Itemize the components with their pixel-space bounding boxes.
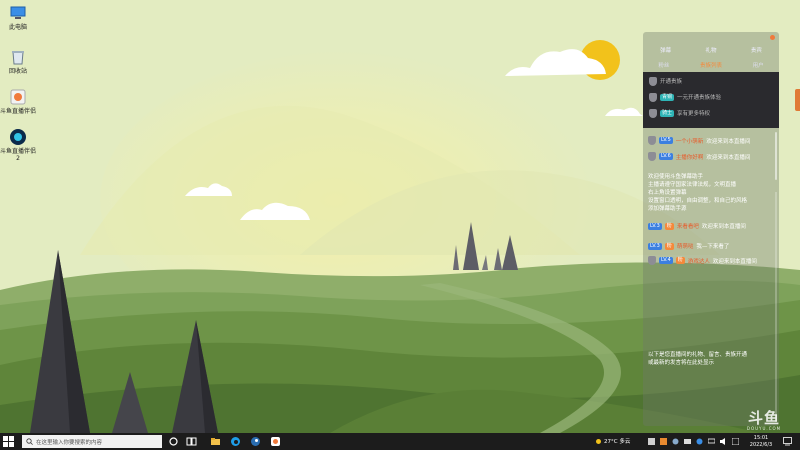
app-launcher-icon xyxy=(10,129,26,145)
shield-icon xyxy=(649,76,657,86)
recycle-bin-icon xyxy=(12,51,24,65)
search-placeholder: 在这里输入你要搜索的内容 xyxy=(36,439,103,446)
noble-badge: 青铜 xyxy=(660,93,675,101)
shield-icon xyxy=(648,152,656,161)
system-line: 添加弹幕助手源 xyxy=(648,206,687,212)
icon-label: 此电脑 xyxy=(8,24,27,31)
tray-app-icon[interactable] xyxy=(696,438,703,445)
message-text: 欢迎来到本直播间 xyxy=(706,154,751,161)
side-tab[interactable] xyxy=(795,89,800,111)
footer-line: 或最新的发言将在此处显示 xyxy=(648,360,715,366)
footer-line: 以下是您直播间的礼物、留言、贵族开通 xyxy=(648,352,748,358)
windows-start-icon[interactable] xyxy=(3,436,14,447)
cortana-icon[interactable] xyxy=(168,436,179,447)
message-text: 我—下来看了 xyxy=(696,244,730,250)
streaming-tool-icon xyxy=(10,89,26,105)
user-name: 主播你好啊 xyxy=(675,154,704,161)
noble-panel: 开通贵族 青铜 一元开通贵族体验 骑士 享有更多特权 xyxy=(643,72,779,128)
app-launcher-shortcut[interactable]: 斗鱼直播伴侣2 xyxy=(0,128,36,162)
tray-app-icon[interactable] xyxy=(672,438,679,445)
fan-badge: 粉 xyxy=(664,242,674,250)
message-text: 欢迎来到本直播间 xyxy=(701,224,746,230)
douyu-watermark: 斗鱼 DOUYU.COM xyxy=(740,409,788,432)
noble-row[interactable]: 青铜 一元开通贵族体验 xyxy=(649,92,721,102)
volume-icon[interactable] xyxy=(720,438,727,445)
message-text: 欢迎来到本直播间 xyxy=(706,138,751,145)
noble-row[interactable]: 开通贵族 xyxy=(649,76,682,86)
chat-tabs: 弹幕 礼物 贵宾 xyxy=(643,46,779,56)
edge-icon[interactable] xyxy=(230,436,241,447)
weather-widget[interactable]: 27°C 多云 xyxy=(595,437,630,445)
user-name: 一个小萌新 xyxy=(675,138,704,145)
shield-icon xyxy=(649,108,657,118)
fan-badge: 粉 xyxy=(664,222,674,230)
icon-label: 斗鱼直播伴侣 xyxy=(0,108,37,115)
chat-overlay: 弹幕 礼物 贵宾 粉丝 贵族列表 用户 开通贵族 青铜 一元开通贵族体验 骑士 … xyxy=(643,32,779,426)
noble-row[interactable]: 骑士 享有更多特权 xyxy=(649,108,710,118)
scrollbar-track xyxy=(775,192,777,422)
icon-label: 回收站 xyxy=(8,68,27,75)
tray-app-icon[interactable] xyxy=(684,438,691,445)
user-name: 来看看吧 xyxy=(676,224,699,230)
shield-icon xyxy=(648,256,656,265)
user-name: 萌萌哒 xyxy=(676,244,694,250)
level-badge: LV.3 xyxy=(648,222,662,230)
system-line: 设置窗口透明，自由调整，和自己的风格 xyxy=(648,198,748,204)
tab-vip[interactable]: 贵宾 xyxy=(751,46,762,56)
icon-label: 斗鱼直播伴侣2 xyxy=(0,148,37,162)
task-view-icon[interactable] xyxy=(186,436,197,447)
user-name: 游戏达人 xyxy=(687,258,710,265)
weather-text: 27°C 多云 xyxy=(604,439,631,445)
chat-message[interactable]: LV.6 主播你好啊 欢迎来到本直播间 xyxy=(648,152,750,161)
level-badge: LV.5 xyxy=(659,137,673,144)
streaming-tool-shortcut[interactable]: 斗鱼直播伴侣 xyxy=(0,88,36,115)
notification-icon[interactable] xyxy=(783,437,792,446)
system-line: 主播请遵守国家法律法规，文明直播 xyxy=(648,182,737,188)
desktop: 此电脑 回收站 斗鱼直播伴侣 斗鱼直播伴侣2 弹幕 礼物 贵宾 粉丝 贵族列表 … xyxy=(0,0,800,433)
ime-icon[interactable] xyxy=(732,438,739,445)
clock-date: 2022/6/3 xyxy=(749,441,773,448)
taskbar: 在这里输入你要搜索的内容 27°C 多云 15:01 2022/6/3 xyxy=(0,433,800,450)
shield-icon xyxy=(649,92,657,102)
network-icon[interactable] xyxy=(708,438,715,445)
system-clock[interactable]: 15:01 2022/6/3 xyxy=(746,435,776,448)
taskbar-search[interactable]: 在这里输入你要搜索的内容 xyxy=(22,435,162,448)
noble-text: 开通贵族 xyxy=(660,79,683,85)
watermark-logo: 斗鱼 xyxy=(747,409,780,427)
subtab-users[interactable]: 用户 xyxy=(753,61,764,69)
recycle-bin-shortcut[interactable]: 回收站 xyxy=(0,48,36,75)
system-line: 右上角设置弹幕 xyxy=(648,190,687,196)
chat-message[interactable]: LV.4 粉 游戏达人 欢迎来到本直播间 xyxy=(648,256,757,265)
system-line: 欢迎使用斗鱼弹幕助手 xyxy=(648,174,704,180)
tray-app-icon[interactable] xyxy=(648,438,655,445)
level-badge: LV.4 xyxy=(659,257,673,264)
subtab-fans[interactable]: 粉丝 xyxy=(658,61,669,69)
shield-icon xyxy=(648,136,656,145)
sun-icon xyxy=(596,438,601,444)
chat-message[interactable]: LV.5 一个小萌新 欢迎来到本直播间 xyxy=(648,136,750,145)
tab-danmu[interactable]: 弹幕 xyxy=(660,46,671,56)
subtab-noble-list[interactable]: 贵族列表 xyxy=(700,61,722,69)
this-pc-icon xyxy=(10,6,26,19)
scrollbar[interactable] xyxy=(775,132,777,180)
fan-badge: 粉 xyxy=(675,257,685,264)
search-icon xyxy=(26,438,33,445)
noble-text: 一元开通贵族体验 xyxy=(677,95,722,101)
close-icon[interactable] xyxy=(770,35,775,40)
tray-app-icon[interactable] xyxy=(660,438,667,445)
this-pc-shortcut[interactable]: 此电脑 xyxy=(0,4,36,31)
douyu-app-icon[interactable] xyxy=(270,436,281,447)
noble-badge: 骑士 xyxy=(660,109,675,117)
chat-message[interactable]: LV.3 粉 来看看吧 欢迎来到本直播间 xyxy=(648,222,746,230)
watermark-url: DOUYU.COM xyxy=(746,426,782,431)
message-text: 欢迎来到本直播间 xyxy=(712,258,757,265)
steam-icon[interactable] xyxy=(250,436,261,447)
file-explorer-icon[interactable] xyxy=(210,436,221,447)
noble-text: 享有更多特权 xyxy=(677,111,711,117)
chat-message[interactable]: LV.3 粉 萌萌哒 我—下来看了 xyxy=(648,242,729,250)
tab-gift[interactable]: 礼物 xyxy=(705,46,716,56)
level-badge: LV.3 xyxy=(648,242,662,250)
level-badge: LV.6 xyxy=(659,153,673,160)
